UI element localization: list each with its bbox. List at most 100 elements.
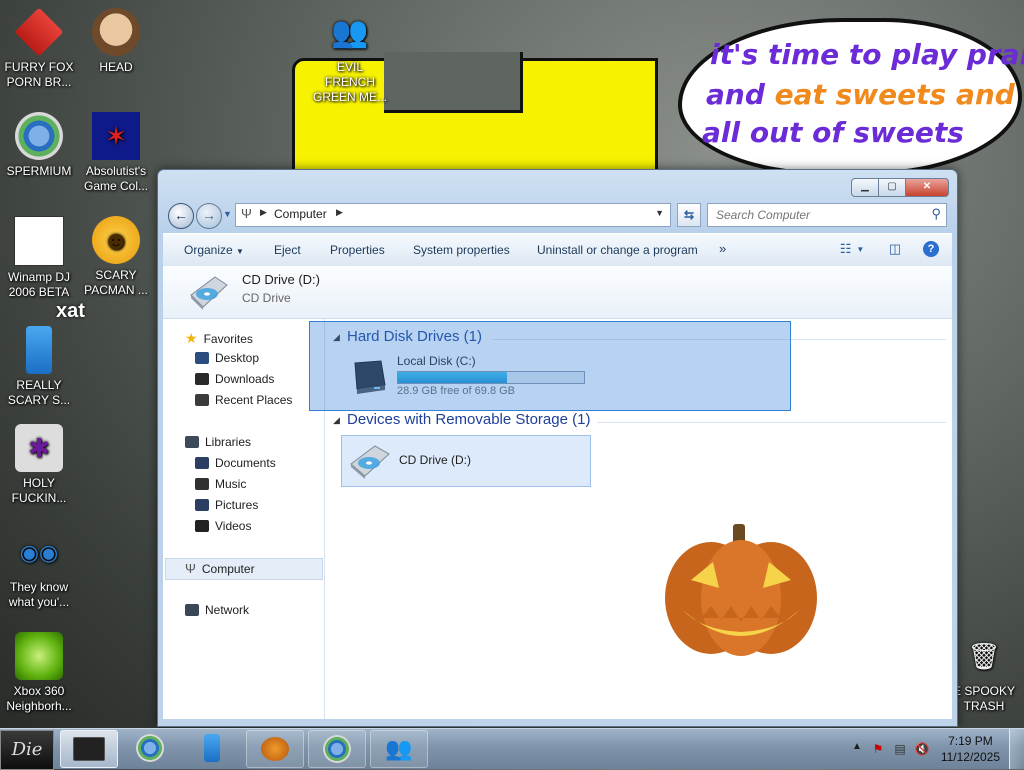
desktop-icon-label: Winamp DJ 2006 BETA [7,270,70,299]
desktop-icon-absolutist[interactable]: ✶ Absolutist's Game Col... [78,112,154,194]
show-hidden-icons-icon[interactable]: ▲ [852,741,862,752]
xat-logo-text: xat [56,300,85,322]
taskbar-messenger-button[interactable]: 👥 [370,730,428,768]
refresh-button[interactable]: ⇆ [677,203,701,227]
nav-favorites[interactable]: ★ Favorites [185,330,253,347]
close-button[interactable]: ✕ [906,178,949,197]
show-desktop-button[interactable] [1009,729,1024,769]
breadcrumb-computer[interactable]: Computer [274,207,327,221]
desktop-icon-head[interactable]: HEAD [78,8,154,75]
cd-drive-large-icon [190,276,228,310]
star-icon: ★ [185,330,198,346]
help-button[interactable]: ? [920,239,942,259]
folder-icon [73,737,105,761]
taskbar-browser2-button[interactable] [308,730,366,768]
breadcrumb-arrow-icon[interactable]: ▶ [336,207,343,218]
forward-button[interactable]: → [196,203,222,229]
start-button[interactable]: Die [0,730,54,770]
nav-documents[interactable]: Documents [195,456,276,470]
address-bar[interactable]: Ψ ▶ Computer ▶ ▼ [235,203,671,227]
minimize-button[interactable]: ▁ [851,178,879,197]
search-box[interactable]: ⚲ [707,203,947,227]
videos-icon [195,520,209,532]
face-icon [92,8,140,56]
speech-line-1: it's time to play pranks [710,38,1024,71]
nav-computer[interactable]: Ψ Computer [185,561,255,576]
taskbar-usb-button[interactable] [184,730,240,766]
libraries-icon [185,436,199,448]
clock-date: 11/12/2025 [940,750,1000,764]
desktop-icon-furry-fox[interactable]: FURRY FOX PORN BR... [1,7,77,90]
pumpkin-face-icon: ☻ [92,216,140,264]
nav-libraries[interactable]: Libraries [185,435,251,449]
back-button[interactable]: ← [168,203,194,229]
preview-pane-icon[interactable]: ◫ [884,239,906,259]
desktop-folder-icon [195,352,209,364]
desktop-icon-label: They know what you'... [8,580,70,609]
network-icon [185,604,199,616]
nav-music[interactable]: Music [195,477,246,491]
organize-button[interactable]: Organize ▼ [184,243,244,257]
computer-icon: Ψ [185,561,196,576]
search-input[interactable] [714,207,918,223]
taskbar-explorer-button[interactable] [60,730,118,768]
desktop-icon-spermium[interactable]: SPERMIUM [1,112,77,179]
desktop-icon-scary-pacman[interactable]: ☻ SCARY PACMAN ... [78,216,154,298]
help-icon: ? [923,241,939,257]
yellow-shape-notch [384,52,523,113]
desktop-icon-really-scary[interactable]: REALLY SCARY S... [1,326,77,408]
maximize-button[interactable]: ▢ [879,178,906,197]
desktop-icon-evil-french[interactable]: 👥 EVIL FRENCH GREEN ME... [312,8,388,105]
cd-drive-icon [350,445,390,479]
nav-downloads[interactable]: Downloads [195,372,274,386]
nav-pictures[interactable]: Pictures [195,498,258,512]
search-icon[interactable]: ⚲ [931,206,941,222]
group-divider [597,422,946,423]
eject-button[interactable]: Eject [274,243,301,257]
desktop-icon-winamp[interactable]: Winamp DJ 2006 BETA [1,216,77,300]
chevron-down-icon: ▼ [236,247,244,256]
desktop-icon-holy[interactable]: ✱ HOLY FUCKIN... [1,424,77,506]
address-dropdown-icon[interactable]: ▼ [655,208,664,218]
clock-time: 7:19 PM [948,734,993,748]
nav-desktop[interactable]: Desktop [195,351,259,365]
change-view-icon[interactable]: ☷ ▼ [834,239,870,259]
speech-bubble: it's time to play pranks and eat sweets … [678,18,1024,176]
nav-recent-places[interactable]: Recent Places [195,393,292,407]
collapse-triangle-icon[interactable]: ◢ [333,415,340,426]
recent-pages-dropdown-icon[interactable]: ▼ [223,209,232,219]
nav-videos[interactable]: Videos [195,519,251,533]
explorer-window[interactable]: ▁ ▢ ✕ ← → ▼ Ψ ▶ Computer ▶ ▼ ⇆ ⚲ Organiz… [157,169,958,727]
taskbar-pumpkin-button[interactable] [246,730,304,768]
properties-button[interactable]: Properties [330,243,385,257]
group-header-removable[interactable]: Devices with Removable Storage (1) [347,411,590,428]
network-tray-icon[interactable]: ▤ [892,741,908,757]
computer-icon: Ψ [241,206,252,221]
nav-network-label: Network [205,603,250,617]
downloads-folder-icon [195,373,209,385]
desktop-icon-xbox[interactable]: Xbox 360 Neighborh... [1,632,77,714]
volume-muted-icon[interactable]: 🔇 [914,741,930,757]
uninstall-program-button[interactable]: Uninstall or change a program [537,243,698,257]
selection-marquee [309,321,791,411]
system-tray: ▲ ⚑ ▤ 🔇 7:19 PM 11/12/2025 [824,729,1024,769]
nav-videos-label: Videos [215,519,252,533]
system-properties-button[interactable]: System properties [413,243,510,257]
nav-music-label: Music [215,477,247,491]
taskbar-browser-button[interactable] [122,730,178,766]
caption-buttons: ▁ ▢ ✕ [851,178,949,197]
more-commands-button[interactable]: » [719,241,726,256]
desktop-icon-they-know[interactable]: ◉◉ They know what you'... [1,528,77,610]
action-center-icon[interactable]: ⚑ [870,741,886,757]
command-bar: Organize ▼ Eject Properties System prope… [163,233,952,267]
pictures-icon [195,499,209,511]
breadcrumb-arrow-icon[interactable]: ▶ [260,207,267,218]
red-box-icon [14,7,64,57]
usb-device-icon [26,326,52,374]
clock[interactable]: 7:19 PM 11/12/2025 [941,733,1000,765]
speech-line-2a: and [706,78,775,111]
nav-downloads-label: Downloads [215,372,275,386]
cd-drive-item[interactable]: CD Drive (D:) [341,435,591,487]
nav-libraries-label: Libraries [205,435,252,449]
nav-network[interactable]: Network [185,603,249,617]
